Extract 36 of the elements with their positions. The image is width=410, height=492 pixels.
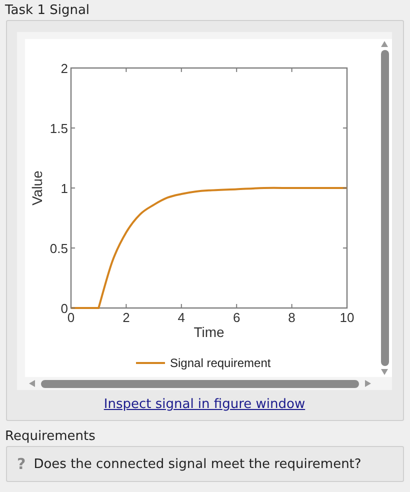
inspect-link[interactable]: Inspect signal in figure window <box>104 397 306 412</box>
x-tick-label: 10 <box>340 310 354 325</box>
x-tick <box>346 304 348 308</box>
scroll-left-icon[interactable] <box>29 380 35 387</box>
x-tick <box>291 68 292 72</box>
x-tick-label: 0 <box>67 310 75 325</box>
scroll-down-icon[interactable] <box>381 369 388 375</box>
scroll-up-icon[interactable] <box>381 41 388 47</box>
x-tick <box>70 304 72 308</box>
status-symbol: ? <box>17 455 26 473</box>
y-tick-label: 2 <box>60 61 68 76</box>
x-tick <box>126 68 127 72</box>
x-tick <box>126 304 127 308</box>
x-tick <box>180 304 182 308</box>
requirement-text: Does the connected signal meet the requirement? <box>34 456 362 472</box>
x-tick <box>346 68 348 72</box>
y-tick-label: 1.5 <box>50 121 68 136</box>
section-title: Requirements <box>4 428 96 446</box>
y-axis-label: Value <box>29 170 45 206</box>
x-tick-label: 8 <box>288 310 296 325</box>
x-tick-label: 4 <box>178 310 186 325</box>
y-tick-label: 1 <box>60 181 68 196</box>
x-tick <box>236 304 238 308</box>
y-tick-label: 0 <box>60 301 68 316</box>
legend-label: Signal requirement <box>170 356 271 370</box>
y-tick-label: 0.5 <box>50 241 68 256</box>
panel-title: Task 1 Signal <box>4 2 91 20</box>
x-tick-label: 2 <box>122 310 130 325</box>
vertical-scrollbar[interactable] <box>377 39 392 377</box>
x-tick <box>291 304 292 308</box>
scroll-right-icon[interactable] <box>365 380 371 387</box>
x-tick <box>70 68 72 72</box>
x-tick-label: 6 <box>232 310 240 325</box>
x-axis-label: Time <box>194 324 224 340</box>
x-tick <box>236 68 238 72</box>
x-tick <box>180 68 182 72</box>
